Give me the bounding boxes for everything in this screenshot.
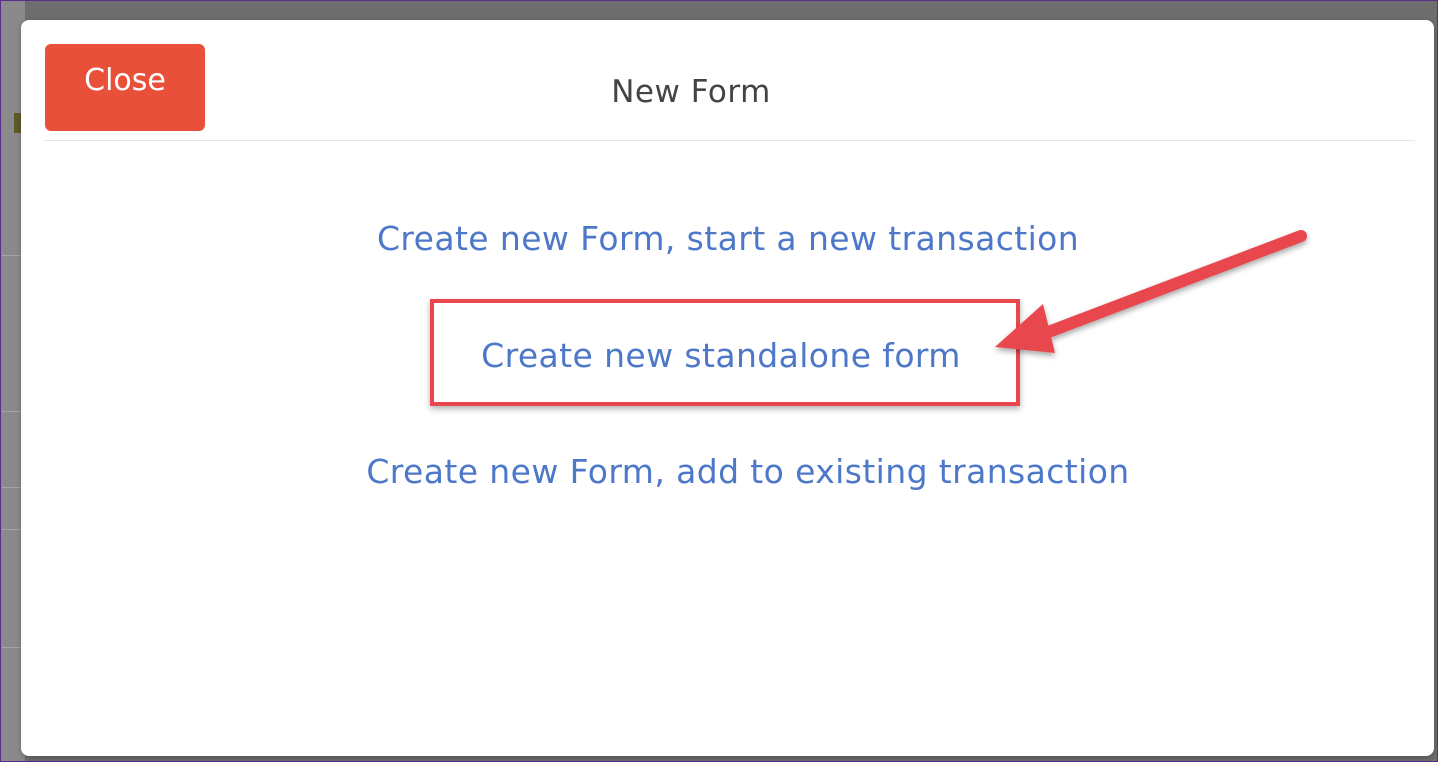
create-form-new-transaction-link[interactable]: Create new Form, start a new transaction xyxy=(21,219,1435,258)
header-divider xyxy=(45,140,1415,141)
new-form-modal: Close New Form Create new Form, start a … xyxy=(21,20,1434,756)
create-form-existing-transaction-link[interactable]: Create new Form, add to existing transac… xyxy=(21,452,1438,491)
modal-title: New Form xyxy=(611,74,771,110)
annotation-highlight-box xyxy=(430,299,1020,406)
